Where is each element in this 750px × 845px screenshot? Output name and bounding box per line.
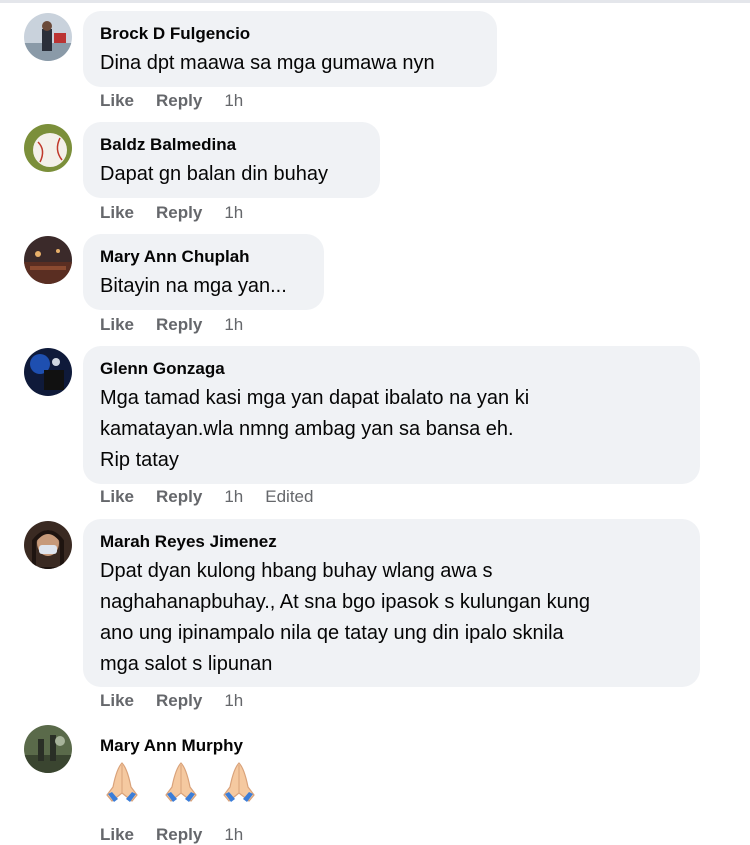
like-button[interactable]: Like [100, 315, 134, 335]
praying-hands-icon [223, 762, 255, 802]
comment-actions: Like Reply 1h [100, 90, 265, 111]
comment-text: Bitayin na mga yan... [100, 275, 287, 297]
avatar[interactable] [24, 348, 72, 396]
comment-text-line: mga salot s lipunan [100, 653, 273, 675]
avatar[interactable] [24, 725, 72, 773]
comment-actions: Like Reply 1h [100, 690, 265, 711]
comment-text-line: ano ung ipinampalo nila qe tatay ung din… [100, 622, 564, 644]
comment-timestamp[interactable]: 1h [224, 91, 243, 111]
comment-text-line: kamatayan.wla nmng ambag yan sa bansa eh… [100, 418, 514, 440]
reply-button[interactable]: Reply [156, 825, 202, 845]
comment-bubble: Mary Ann Murphy 🙏🙏🙏 [83, 723, 303, 823]
comment-author[interactable]: Glenn Gonzaga [100, 358, 683, 380]
comment-author[interactable]: Marah Reyes Jimenez [100, 531, 683, 553]
like-button[interactable]: Like [100, 691, 134, 711]
reply-button[interactable]: Reply [156, 487, 202, 507]
avatar[interactable] [24, 124, 72, 172]
comment-bubble: Brock D Fulgencio Dina dpt maawa sa mga … [83, 11, 497, 87]
reply-button[interactable]: Reply [156, 203, 202, 223]
comment-text-line: Mga tamad kasi mga yan dapat ibalato na … [100, 387, 530, 409]
comment-bubble: Glenn Gonzaga Mga tamad kasi mga yan dap… [83, 346, 700, 484]
comment-author[interactable]: Brock D Fulgencio [100, 23, 480, 45]
comment-text: Dina dpt maawa sa mga gumawa nyn [100, 52, 435, 74]
comment-timestamp[interactable]: 1h [224, 315, 243, 335]
edited-label[interactable]: Edited [265, 487, 313, 507]
comment-bubble: Baldz Balmedina Dapat gn balan din buhay [83, 122, 380, 198]
top-divider [0, 0, 750, 3]
comment-actions: Like Reply 1h [100, 314, 265, 335]
comment-bubble: Marah Reyes Jimenez Dpat dyan kulong hba… [83, 519, 700, 687]
comment-text: Mga tamad kasi mga yan dapat ibalato na … [100, 383, 683, 476]
comment-timestamp[interactable]: 1h [224, 691, 243, 711]
comment-author[interactable]: Baldz Balmedina [100, 134, 363, 156]
praying-hands-icon [164, 762, 197, 802]
like-button[interactable]: Like [100, 825, 134, 845]
comment-actions: Like Reply 1h [100, 202, 265, 223]
reply-button[interactable]: Reply [156, 691, 202, 711]
comment-text: Dpat dyan kulong hbang buhay wlang awa s… [100, 556, 683, 680]
comment-bubble: Mary Ann Chuplah Bitayin na mga yan... [83, 234, 324, 310]
comment-text-line: Rip tatay [100, 449, 179, 471]
comment-timestamp[interactable]: 1h [224, 487, 243, 507]
comment-author[interactable]: Mary Ann Chuplah [100, 246, 307, 268]
like-button[interactable]: Like [100, 487, 134, 507]
comment-author[interactable]: Mary Ann Murphy [100, 735, 286, 757]
comment-text: Dapat gn balan din buhay [100, 163, 328, 185]
comment-timestamp[interactable]: 1h [224, 203, 243, 223]
reply-button[interactable]: Reply [156, 91, 202, 111]
comment-timestamp[interactable]: 1h [224, 825, 243, 845]
like-button[interactable]: Like [100, 203, 134, 223]
comment-actions: Like Reply 1h Edited [100, 486, 313, 507]
comment-text-line: Dpat dyan kulong hbang buhay wlang awa s [100, 560, 493, 582]
avatar[interactable] [24, 521, 72, 569]
pray-emoji-row [100, 759, 286, 805]
praying-hands-icon [106, 762, 138, 802]
reply-button[interactable]: Reply [156, 315, 202, 335]
comment-actions: Like Reply 1h [100, 824, 265, 845]
avatar[interactable] [24, 236, 72, 284]
comment-text-line: naghahanapbuhay., At sna bgo ipasok s ku… [100, 591, 591, 613]
avatar[interactable] [24, 13, 72, 61]
like-button[interactable]: Like [100, 91, 134, 111]
